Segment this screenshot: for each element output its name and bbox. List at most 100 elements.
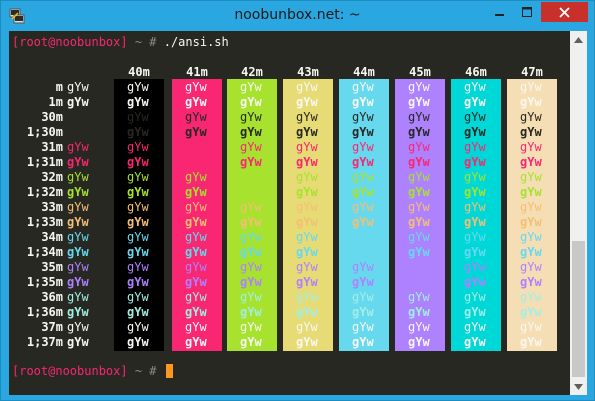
sample-text: gYw [240,290,262,304]
sample-text: gYw [127,245,149,259]
sample-text: gYw [464,200,486,214]
prompt-tail: ~ # [127,364,164,378]
minimize-button[interactable] [487,2,513,22]
sample-text: gYw [67,275,89,289]
sample-text: gYw [464,320,486,334]
sample-text: gYw [67,290,89,304]
title-bar[interactable]: noobunbox.net: ~ [1,1,594,31]
sample-text: gYw [67,305,89,319]
sample-text: gYw [296,320,318,334]
sample-text: gYw [464,80,486,94]
sample-text: gYw [352,335,374,349]
sample-text: gYw [464,305,486,319]
sample-text: gYw [464,170,486,184]
sample-text: gYw [127,320,149,334]
maximize-button[interactable] [514,2,540,22]
sample-text: gYw [185,335,207,349]
sample-text: gYw [240,200,262,214]
sample-text: gYw [67,320,89,334]
sample-text: gYw [240,335,262,349]
row-label: m [55,80,63,94]
sample-text: gYw [67,170,89,184]
sample-text: gYw [240,110,262,124]
sample-text: gYw [464,185,486,199]
bg-header: 40m [128,65,150,79]
row-label: 32m [41,170,63,184]
sample-text: gYw [67,260,89,274]
row-label: 31m [41,140,63,154]
sample-text: gYw [296,110,318,124]
sample-text: gYw [352,125,374,139]
sample-text: gYw [127,230,149,244]
bg-header: 45m [409,65,431,79]
sample-text: gYw [352,305,374,319]
sample-text: gYw [67,215,89,229]
sample-text: gYw [520,80,542,94]
sample-text: gYw [408,335,430,349]
sample-text: gYw [520,125,542,139]
sample-text: gYw [464,110,486,124]
row-label: 1;31m [26,155,63,169]
row-label: 1;32m [26,185,63,199]
sample-text: gYw [127,215,149,229]
sample-text: gYw [240,170,262,184]
sample-text: gYw [296,230,318,244]
sample-text: gYw [464,215,486,229]
sample-text: gYw [464,125,486,139]
sample-text: gYw [185,155,207,169]
minimize-icon [495,14,504,16]
sample-text: gYw [185,275,207,289]
sample-text: gYw [408,170,430,184]
sample-text: gYw [127,275,149,289]
prompt-line-2: [root@noobunbox] ~ # [12,364,173,378]
sample-text: gYw [520,260,542,274]
sample-text: gYw [464,155,486,169]
row-label: 35m [41,260,63,274]
sample-text: gYw [127,155,149,169]
row-label: 1;35m [26,275,63,289]
sample-text: gYw [127,260,149,274]
row-label: 34m [41,230,63,244]
sample-text: gYw [408,275,430,289]
sample-text: gYw [296,305,318,319]
sample-text: gYw [408,290,430,304]
scroll-up-button[interactable] [570,31,587,48]
sample-text: gYw [296,260,318,274]
vertical-scrollbar[interactable] [570,31,587,395]
sample-text: gYw [464,245,486,259]
sample-text: gYw [185,95,207,109]
sample-text: gYw [352,185,374,199]
sample-text: gYw [127,200,149,214]
sample-text: gYw [185,170,207,184]
sample-text: gYw [408,80,430,94]
chevron-down-icon [574,383,583,390]
prompt-tail: ~ # [127,35,164,49]
sample-text: gYw [352,245,374,259]
sample-text: gYw [127,125,149,139]
sample-text: gYw [127,95,149,109]
sample-text: gYw [296,80,318,94]
sample-text: gYw [240,80,262,94]
row-label: 30m [41,110,63,124]
sample-text: gYw [185,215,207,229]
scroll-thumb[interactable] [572,241,585,377]
sample-text: gYw [464,335,486,349]
sample-text: gYw [520,140,542,154]
sample-text: gYw [520,170,542,184]
sample-text: gYw [520,245,542,259]
prompt-line-1: [root@noobunbox] ~ # ./ansi.sh [12,35,229,49]
sample-text: gYw [408,260,430,274]
scroll-down-button[interactable] [570,378,587,395]
sample-text: gYw [67,230,89,244]
sample-text: gYw [296,245,318,259]
terminal-screen[interactable]: [root@noobunbox] ~ # ./ansi.sh 40m 41m 42m… [9,31,579,395]
sample-text: gYw [408,200,430,214]
sample-text: gYw [352,80,374,94]
close-button[interactable] [541,2,588,22]
sample-text: gYw [464,275,486,289]
prompt-user: [root@noobunbox] [12,35,128,49]
command-text: ./ansi.sh [163,35,229,49]
sample-text: gYw [352,275,374,289]
sample-text: gYw [296,185,318,199]
sample-text: gYw [67,185,89,199]
